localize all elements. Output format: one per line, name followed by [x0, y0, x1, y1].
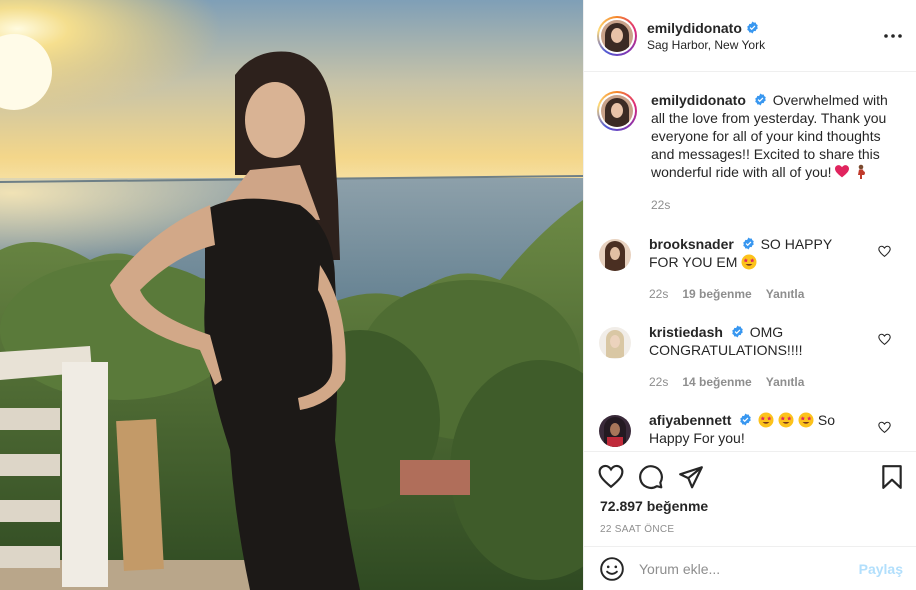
author-avatar[interactable]: [597, 15, 637, 56]
reply-button[interactable]: Yanıtla: [766, 285, 805, 303]
post-timestamp[interactable]: 22 SAAT ÖNCE: [600, 524, 674, 535]
pregnant-woman-emoji-icon: [858, 164, 866, 179]
post-header: emilydidonato Sag Harbor, New York: [584, 0, 916, 72]
post-caption: emilydidonato Overwhelmed with all the l…: [597, 91, 902, 214]
commenter-avatar[interactable]: [599, 239, 631, 271]
caption-username[interactable]: emilydidonato: [651, 92, 746, 108]
like-heart-icon[interactable]: [598, 464, 624, 490]
comments-list[interactable]: emilydidonato Overwhelmed with all the l…: [584, 73, 916, 451]
comment-item: kristiedash OMG CONGRATULATIONS!!!! 22s …: [599, 323, 904, 391]
add-comment-bar: Paylaş: [584, 546, 916, 590]
comment-like-heart-icon[interactable]: [878, 245, 891, 258]
more-options-button[interactable]: [883, 26, 903, 46]
verified-badge-icon: [755, 93, 766, 106]
likes-count[interactable]: 72.897 beğenme: [600, 498, 708, 514]
comment-time: 22s: [649, 375, 669, 389]
commenter-avatar[interactable]: [599, 415, 631, 447]
commenter-avatar[interactable]: [599, 327, 631, 359]
verified-badge-icon: [742, 237, 754, 250]
emoji-smiley-icon[interactable]: [599, 556, 625, 582]
comment-likes[interactable]: 19 beğenme: [682, 285, 751, 303]
verified-badge-icon: [747, 21, 758, 34]
save-bookmark-icon[interactable]: [879, 464, 905, 490]
caption-time: 22s: [651, 198, 671, 212]
commenter-username[interactable]: kristiedash: [649, 324, 723, 340]
star-struck-emoji-icon: [758, 412, 774, 428]
caption-author-avatar[interactable]: [597, 91, 637, 131]
comment-like-heart-icon[interactable]: [878, 333, 891, 346]
post-actions: 72.897 beğenme 22 SAAT ÖNCE: [584, 451, 916, 546]
share-paper-plane-icon[interactable]: [678, 464, 704, 490]
post-photo[interactable]: [0, 0, 583, 590]
comment-likes[interactable]: 14 beğenme: [682, 373, 751, 391]
instagram-post: emilydidonato Sag Harbor, New York emily…: [0, 0, 916, 590]
comment-bubble-icon[interactable]: [638, 464, 664, 490]
red-heart-emoji-icon: [835, 165, 850, 178]
verified-badge-icon: [732, 325, 743, 338]
author-username[interactable]: emilydidonato: [647, 19, 742, 37]
reply-button[interactable]: Yanıtla: [766, 373, 805, 391]
star-struck-emoji-icon: [741, 254, 757, 270]
comment-item: brooksnader SO HAPPY FOR YOU EM 22s 19 b…: [599, 235, 904, 303]
post-side-panel: emilydidonato Sag Harbor, New York emily…: [583, 0, 916, 590]
post-comment-button[interactable]: Paylaş: [859, 561, 903, 577]
star-struck-emoji-icon: [798, 412, 814, 428]
commenter-username[interactable]: brooksnader: [649, 236, 734, 252]
ellipsis-icon: [884, 34, 902, 38]
commenter-username[interactable]: afiyabennett: [649, 412, 731, 428]
verified-badge-icon: [740, 413, 752, 426]
comment-item: afiyabennett So Happy For you!: [599, 411, 904, 447]
post-location[interactable]: Sag Harbor, New York: [647, 37, 765, 53]
comment-time: 22s: [649, 287, 669, 301]
star-struck-emoji-icon: [778, 412, 794, 428]
comment-input[interactable]: [639, 557, 844, 580]
photo-illustration: [0, 0, 583, 590]
comment-like-heart-icon[interactable]: [878, 421, 891, 434]
